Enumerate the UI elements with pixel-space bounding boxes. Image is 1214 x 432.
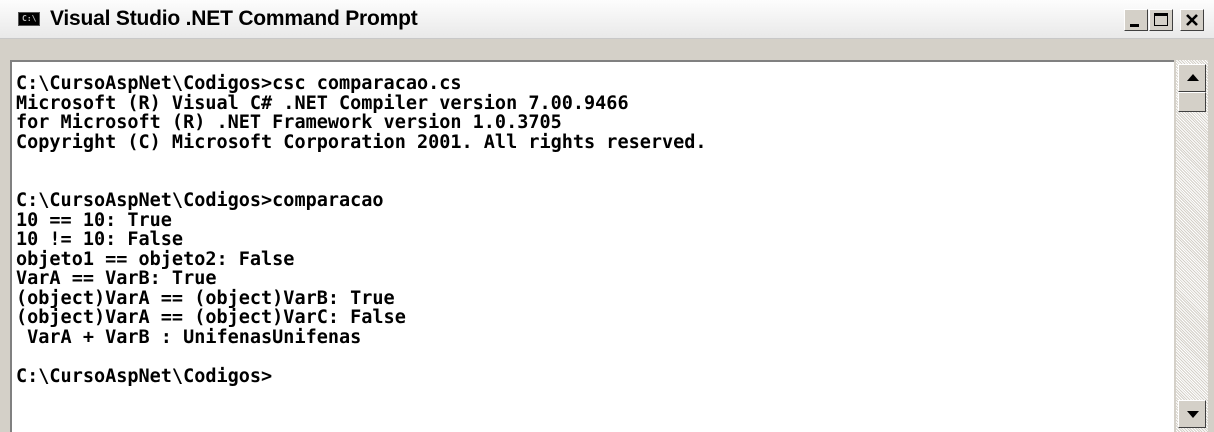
console-icon-label: C:\ (22, 14, 37, 23)
arrow-up-icon (1187, 74, 1199, 81)
minimize-icon (1130, 24, 1139, 27)
minimize-button[interactable] (1124, 9, 1148, 31)
console-icon[interactable]: C:\ (18, 12, 40, 26)
scroll-down-button[interactable] (1178, 400, 1206, 428)
scrollbar-thumb[interactable] (1178, 92, 1206, 112)
console-output-text: C:\CursoAspNet\Codigos>csc comparacao.cs… (16, 73, 707, 387)
title-bar[interactable]: C:\ Visual Studio .NET Command Prompt (0, 0, 1214, 39)
close-button[interactable] (1180, 9, 1204, 31)
close-icon (1186, 14, 1198, 26)
window-title: Visual Studio .NET Command Prompt (50, 7, 418, 30)
scroll-up-button[interactable] (1178, 64, 1206, 92)
command-prompt-window: C:\ Visual Studio .NET Command Prompt C:… (0, 0, 1214, 432)
console-output-area[interactable]: C:\CursoAspNet\Codigos>csc comparacao.cs… (10, 60, 1174, 432)
maximize-icon (1154, 13, 1168, 26)
maximize-button[interactable] (1149, 9, 1173, 31)
vertical-scrollbar[interactable] (1176, 60, 1208, 432)
arrow-down-icon (1187, 411, 1199, 418)
